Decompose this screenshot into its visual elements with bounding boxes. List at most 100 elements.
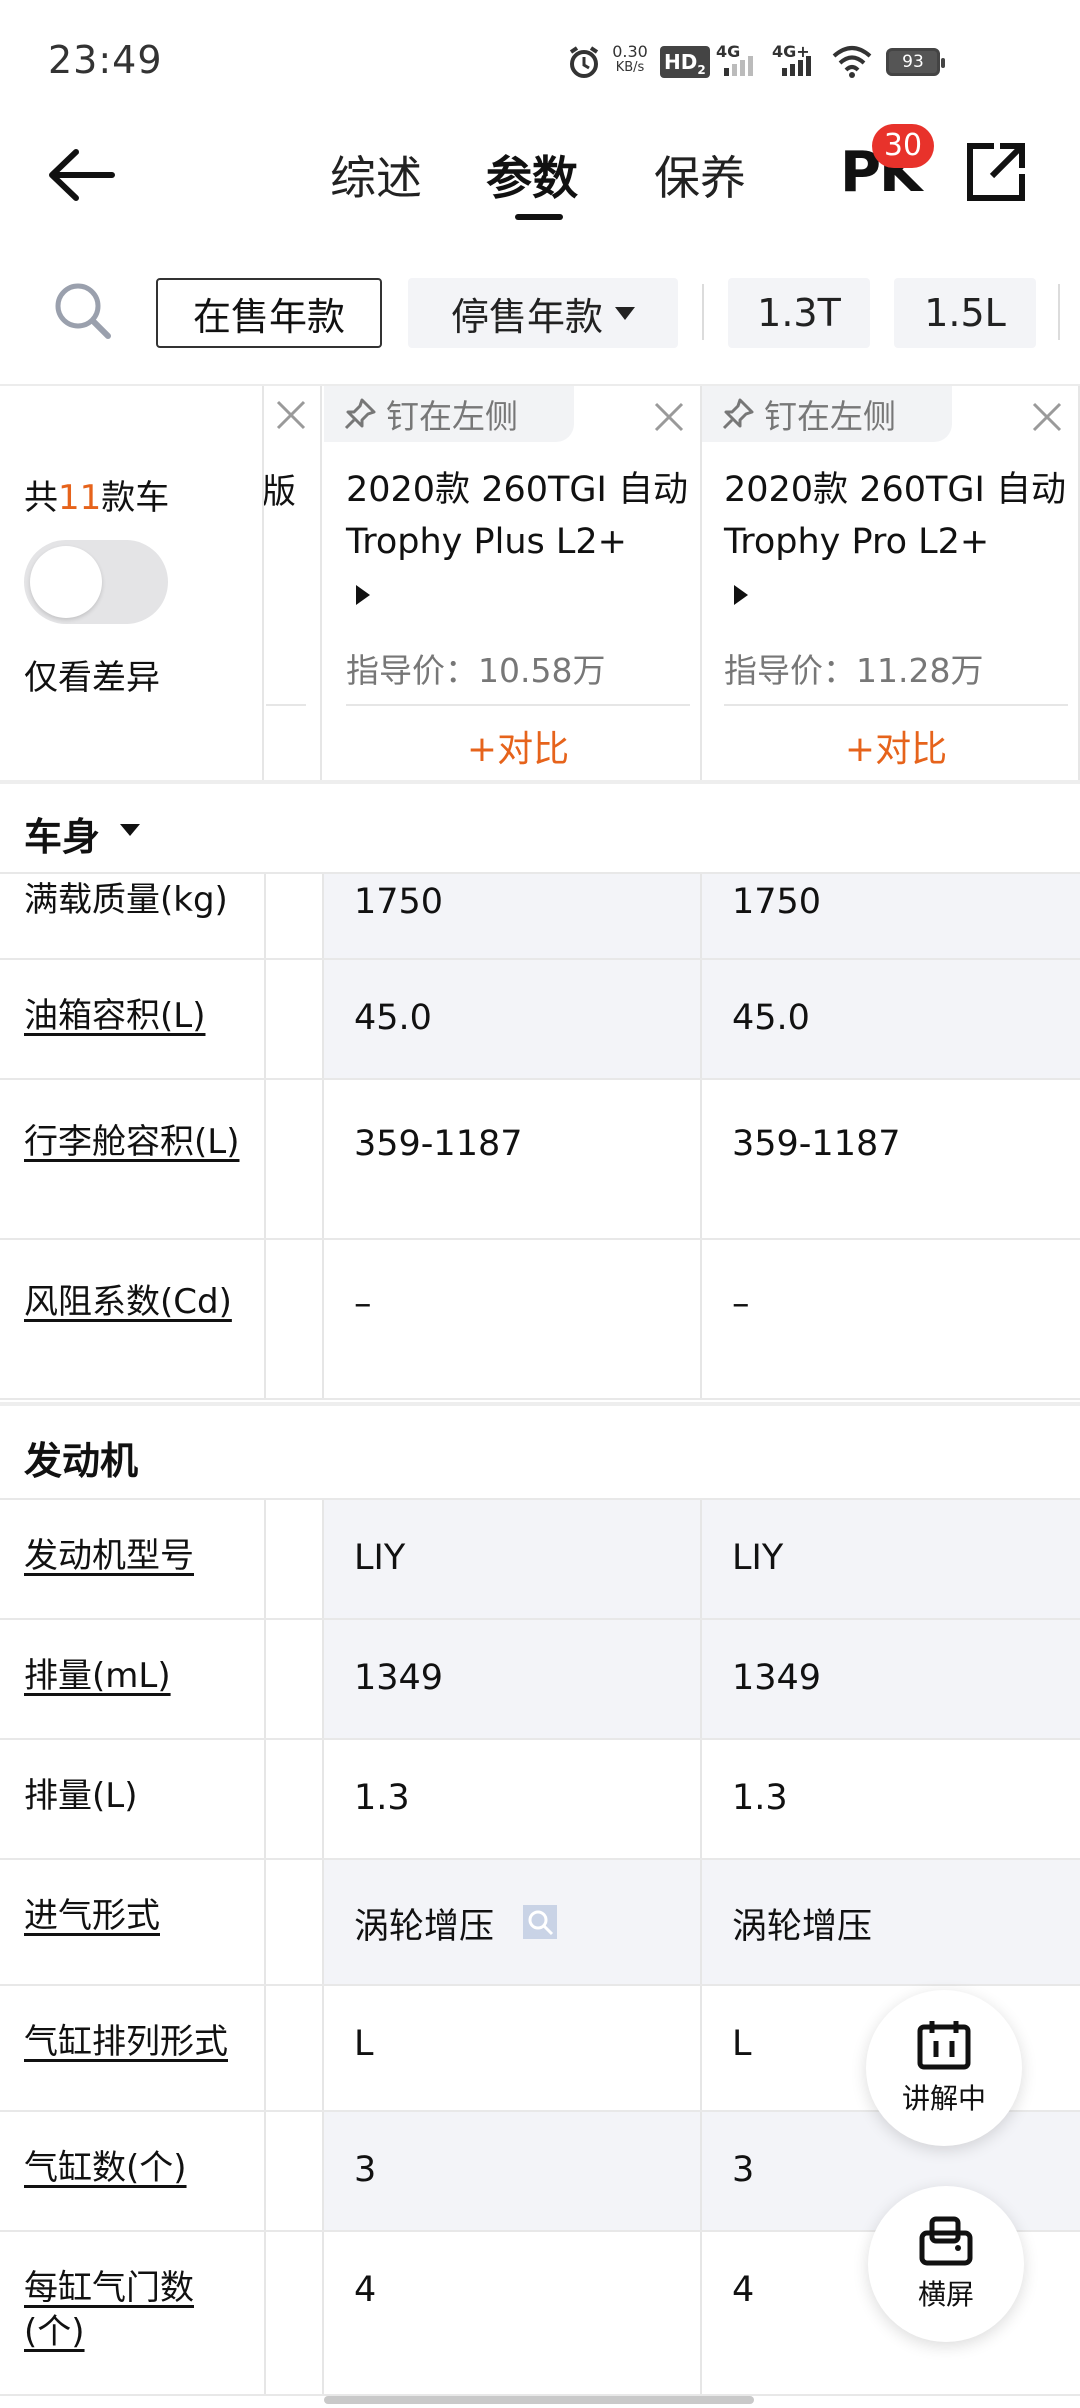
- value-cell: 3: [324, 2112, 700, 2230]
- value-text: 45.0: [732, 998, 810, 1038]
- row-label[interactable]: 每缸气门数(个): [24, 2266, 244, 2354]
- value-text: 4: [732, 2270, 755, 2310]
- value-cell: 1.3: [324, 1740, 700, 1858]
- value-cell: 涡轮增压: [702, 1860, 1080, 1984]
- back-button[interactable]: [40, 140, 130, 210]
- pin-label-1: 钉在左侧: [386, 397, 518, 436]
- table-row: 发动机型号 LIY LIY: [0, 1500, 1080, 1620]
- column-divider: [264, 1240, 266, 1398]
- search-button[interactable]: [50, 278, 114, 342]
- table-row: 满载质量(kg) 1750 1750: [0, 874, 1080, 960]
- pin-left-button-1[interactable]: 钉在左侧: [324, 386, 574, 442]
- value-text: LIY: [732, 1538, 784, 1578]
- play-triangle-icon: [734, 585, 748, 605]
- row-label[interactable]: 气缸数(个): [24, 2146, 244, 2190]
- wifi-icon: [832, 44, 872, 78]
- value-cell: –: [702, 1240, 1080, 1398]
- net-speed-unit: KB/s: [615, 60, 645, 75]
- column-divider: [264, 1500, 266, 1618]
- pin-label-2: 钉在左侧: [764, 397, 896, 436]
- net-speed: 0.30 KB/s: [608, 44, 652, 76]
- column-divider: [264, 1080, 266, 1238]
- value-text: 1.3: [354, 1778, 410, 1818]
- column-divider: [264, 2232, 266, 2394]
- row-label: 满载质量(kg): [24, 880, 228, 920]
- zoom-search-icon[interactable]: [522, 1904, 558, 1949]
- column-divider: [264, 2112, 266, 2230]
- value-cell: 359-1187: [324, 1080, 700, 1238]
- value-text: 4: [354, 2270, 377, 2310]
- row-label[interactable]: 排量(mL): [24, 1654, 244, 1698]
- value-cell: L: [324, 1986, 700, 2110]
- value-cell: 359-1187: [702, 1080, 1080, 1238]
- hd-badge: HD2: [660, 46, 710, 78]
- caret-down-icon: [615, 306, 635, 320]
- pk-count-badge: 30: [872, 124, 934, 168]
- status-time: 23:49: [48, 38, 163, 82]
- value-cell: 涡轮增压: [324, 1860, 700, 1984]
- section-header-body[interactable]: 车身: [0, 784, 1080, 874]
- chip-discontinued[interactable]: 停售年款: [408, 278, 678, 348]
- row-label[interactable]: 风阻系数(Cd): [24, 1280, 244, 1324]
- filter-divider-2: [1058, 284, 1060, 340]
- tab-params[interactable]: 参数: [486, 142, 578, 208]
- chip-1-3t[interactable]: 1.3T: [728, 278, 870, 348]
- share-button[interactable]: [964, 140, 1028, 204]
- value-cell: 1750: [324, 874, 700, 958]
- pin-icon: [722, 398, 754, 430]
- car-count-prefix: 共: [24, 478, 58, 518]
- pin-left-button-2[interactable]: 钉在左侧: [702, 386, 952, 442]
- partial-car-column: [264, 386, 322, 782]
- explain-button[interactable]: 讲解中: [866, 1990, 1022, 2146]
- row-label[interactable]: 进气形式: [24, 1894, 244, 1938]
- hd-label: HD: [664, 50, 698, 74]
- chip-1-5l[interactable]: 1.5L: [894, 278, 1036, 348]
- close-icon[interactable]: [272, 396, 310, 434]
- car-count: 共11款车: [24, 470, 169, 519]
- row-label[interactable]: 发动机型号: [24, 1534, 244, 1578]
- rotate-screen-icon: [919, 2216, 973, 2266]
- chip-on-sale[interactable]: 在售年款: [156, 278, 382, 348]
- value-text: 1349: [732, 1658, 822, 1698]
- add-compare-button-1[interactable]: +对比: [346, 720, 690, 772]
- row-label[interactable]: 气缸排列形式: [24, 2020, 244, 2064]
- value-cell: 1750: [702, 874, 1080, 958]
- row-label[interactable]: 油箱容积(L): [24, 994, 244, 1038]
- value-text: 1349: [354, 1658, 444, 1698]
- column-divider: [264, 1620, 266, 1738]
- table-row: 行李舱容积(L) 359-1187 359-1187: [0, 1080, 1080, 1240]
- section-title-body: 车身: [24, 815, 101, 859]
- car-name-1[interactable]: 2020款 260TGI 自动Trophy Plus L2+: [346, 464, 692, 620]
- tab-maintenance[interactable]: 保养: [654, 142, 746, 208]
- row-label[interactable]: 行李舱容积(L): [24, 1120, 244, 1164]
- value-cell: –: [324, 1240, 700, 1398]
- value-cell: 45.0: [324, 960, 700, 1078]
- close-icon[interactable]: [650, 398, 688, 436]
- value-text: –: [354, 1284, 372, 1324]
- share-icon: [967, 143, 1025, 201]
- value-cell: 1349: [324, 1620, 700, 1738]
- car-count-number: 11: [58, 478, 102, 518]
- landscape-button[interactable]: 横屏: [868, 2186, 1024, 2342]
- search-icon: [55, 283, 111, 339]
- car-name-2[interactable]: 2020款 260TGI 自动Trophy Pro L2+: [724, 464, 1070, 620]
- column-divider: [264, 960, 266, 1078]
- value-cell: LIY: [324, 1500, 700, 1618]
- filter-divider: [702, 284, 704, 340]
- battery-indicator: 93: [886, 48, 945, 76]
- tab-overview[interactable]: 综述: [330, 142, 422, 208]
- pin-icon: [344, 398, 376, 430]
- alarm-icon: [566, 44, 602, 80]
- horizontal-scrollbar[interactable]: [324, 2396, 754, 2404]
- car-name-1-text: 2020款 260TGI 自动Trophy Plus L2+: [346, 470, 688, 562]
- column-divider: [264, 1860, 266, 1984]
- column-divider: [264, 1986, 266, 2110]
- explain-label: 讲解中: [901, 2082, 986, 2115]
- close-icon[interactable]: [1028, 398, 1066, 436]
- caret-down-icon: [120, 824, 140, 836]
- value-cell: 1349: [702, 1620, 1080, 1738]
- value-cell: 1.3: [702, 1740, 1080, 1858]
- signal-icon-2: 4G+: [772, 42, 824, 78]
- table-row: 油箱容积(L) 45.0 45.0: [0, 960, 1080, 1080]
- add-compare-button-2[interactable]: +对比: [724, 720, 1068, 772]
